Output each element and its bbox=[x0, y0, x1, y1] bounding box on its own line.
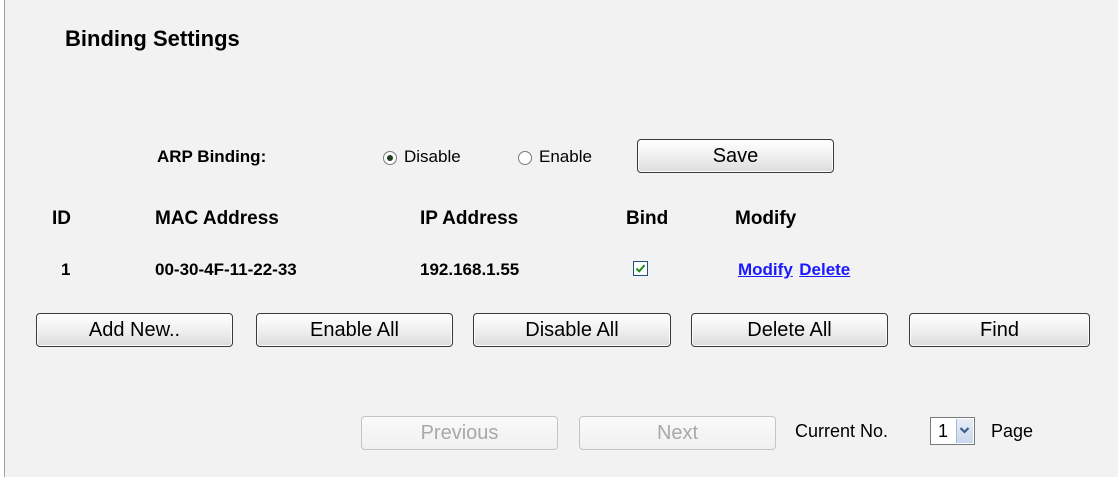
header-ip-address: IP Address bbox=[420, 208, 519, 229]
delete-all-button[interactable]: Delete All bbox=[691, 313, 888, 347]
arp-binding-label: ARP Binding: bbox=[157, 147, 267, 166]
checkmark-icon bbox=[635, 264, 646, 273]
row-id: 1 bbox=[61, 260, 71, 279]
binding-settings-panel: Binding Settings ARP Binding: Disable En… bbox=[4, 0, 1118, 477]
save-button[interactable]: Save bbox=[637, 139, 834, 173]
page-select[interactable]: 1 bbox=[930, 417, 975, 445]
header-id: ID bbox=[52, 208, 71, 229]
header-bind: Bind bbox=[626, 208, 669, 229]
bind-checkbox[interactable] bbox=[633, 261, 648, 276]
chevron-down-icon bbox=[956, 419, 973, 443]
current-no-label: Current No. bbox=[795, 421, 889, 441]
radio-disable-label: Disable bbox=[404, 147, 461, 166]
radio-selected-dot bbox=[387, 155, 393, 161]
page-select-value: 1 bbox=[938, 421, 949, 441]
radio-enable[interactable] bbox=[518, 151, 532, 165]
row-mac-address: 00-30-4F-11-22-33 bbox=[155, 260, 297, 279]
row-ip-address: 192.168.1.55 bbox=[420, 260, 520, 279]
row-actions: Modify Delete bbox=[738, 260, 850, 280]
page-label: Page bbox=[991, 421, 1034, 441]
find-button[interactable]: Find bbox=[909, 313, 1090, 347]
delete-link[interactable]: Delete bbox=[799, 260, 850, 279]
radio-disable[interactable] bbox=[383, 151, 397, 165]
previous-button[interactable]: Previous bbox=[361, 416, 558, 450]
page-title: Binding Settings bbox=[65, 26, 240, 51]
enable-all-button[interactable]: Enable All bbox=[256, 313, 453, 347]
radio-enable-label: Enable bbox=[539, 147, 592, 166]
disable-all-button[interactable]: Disable All bbox=[473, 313, 671, 347]
next-button[interactable]: Next bbox=[579, 416, 776, 450]
modify-link[interactable]: Modify bbox=[738, 260, 793, 279]
header-mac-address: MAC Address bbox=[155, 208, 279, 229]
add-new-button[interactable]: Add New.. bbox=[36, 313, 233, 347]
header-modify: Modify bbox=[735, 208, 797, 229]
